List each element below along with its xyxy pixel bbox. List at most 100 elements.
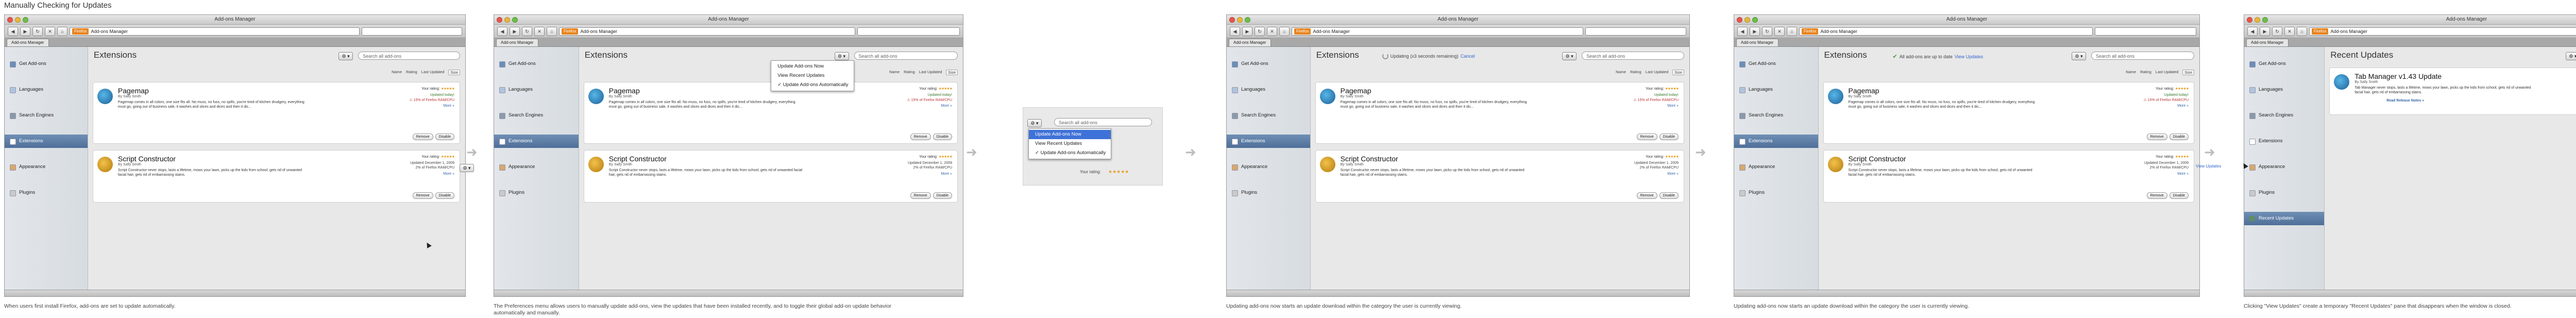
forward-button[interactable]: ▶ <box>510 26 520 36</box>
remove-button[interactable]: Remove <box>412 133 433 140</box>
sidebar-item-extensions[interactable]: Extensions <box>2244 135 2324 148</box>
sidebar-item-extensions[interactable]: Extensions <box>5 135 88 148</box>
cancel-update-link[interactable]: Cancel <box>1461 54 1475 59</box>
rating-stars[interactable]: ★★★★★ <box>939 155 953 159</box>
minimize-window-button[interactable] <box>504 17 510 23</box>
minimize-window-button[interactable] <box>1744 17 1750 23</box>
sort-rating[interactable]: Rating <box>1630 70 1641 75</box>
web-search-input[interactable] <box>1585 27 1686 36</box>
preferences-gear-button[interactable]: ⚙ ▾ <box>2565 52 2576 60</box>
sort-rating[interactable]: Rating <box>406 70 417 75</box>
forward-button[interactable]: ▶ <box>2260 26 2270 36</box>
identity-badge[interactable]: Firefox <box>562 28 579 35</box>
script-addon-card[interactable]: Script Constructor By Sally Smith Script C… <box>1315 150 1684 203</box>
preferences-gear-button[interactable]: ⚙ ▾ <box>338 52 353 60</box>
more-link[interactable]: More » <box>941 172 952 176</box>
sidebar-item-appearance[interactable]: Appearance <box>2244 160 2324 174</box>
web-search-input[interactable] <box>857 27 960 36</box>
sidebar-item-appearance[interactable]: Appearance <box>5 160 88 174</box>
disable-button[interactable]: Disable <box>933 133 952 140</box>
sidebar-item-search-engines[interactable]: Search Engines <box>2244 109 2324 122</box>
sort-last-updated[interactable]: Last Updated <box>919 70 942 75</box>
addon-author[interactable]: By Sally Smith <box>1341 163 1364 166</box>
sidebar-item-languages[interactable]: Languages <box>494 83 579 96</box>
addon-author[interactable]: By Sally Smith <box>118 163 141 166</box>
pagemap-addon-card[interactable]: Pagemap By Sally Smith Pagemap comes in al… <box>1823 82 2194 144</box>
more-link[interactable]: More » <box>443 104 454 108</box>
reload-button[interactable]: ↻ <box>522 26 532 36</box>
identity-badge[interactable]: Firefox <box>1294 28 1311 35</box>
sort-last-updated[interactable]: Last Updated <box>1646 70 1669 75</box>
sidebar-item-extensions[interactable]: Extensions <box>1227 135 1310 148</box>
url-bar[interactable]: Firefox Add-ons Manager <box>559 27 856 36</box>
more-link[interactable]: More » <box>1667 172 1679 176</box>
rating[interactable]: Your rating: ★★★★★ <box>919 87 953 91</box>
disable-button[interactable]: Disable <box>1659 133 1679 140</box>
tab-addons-manager[interactable]: Add-ons Manager <box>1736 39 1778 46</box>
home-button[interactable]: ⌂ <box>1279 26 1290 36</box>
remove-button[interactable]: Remove <box>910 133 931 140</box>
url-bar[interactable]: Firefox Add-ons Manager <box>1799 27 2093 36</box>
pagemap-addon-card[interactable]: Pagemap By Sally Smith Pagemap comes in al… <box>1315 82 1684 144</box>
back-button[interactable]: ◀ <box>1737 26 1748 36</box>
disable-button[interactable]: Disable <box>2169 133 2189 140</box>
rating-stars[interactable]: ★★★★★ <box>441 87 455 91</box>
addon-author[interactable]: By Sally Smith <box>118 95 141 98</box>
addon-author[interactable]: By Sally Smith <box>2354 80 2378 84</box>
more-link[interactable]: More » <box>1667 104 1679 108</box>
zoom-window-button[interactable] <box>512 17 518 23</box>
search-input[interactable]: Search all add-ons <box>1582 52 1684 60</box>
sort-size[interactable]: Size <box>1672 70 1684 75</box>
sidebar-item-languages[interactable]: Languages <box>1227 83 1310 96</box>
sort-rating[interactable]: Rating <box>904 70 915 75</box>
sidebar-item-extensions[interactable]: Extensions <box>1734 135 1818 148</box>
rating-stars[interactable]: ★★★★★ <box>939 87 953 91</box>
menu-view-recent[interactable]: View Recent Updates <box>771 71 853 80</box>
script-addon-card[interactable]: Script Constructor By Sally Smith Script C… <box>583 150 958 203</box>
forward-button[interactable]: ▶ <box>1750 26 1760 36</box>
stop-button[interactable]: ✕ <box>1774 26 1785 36</box>
addon-author[interactable]: By Sally Smith <box>609 95 632 98</box>
sort-size[interactable]: Size <box>448 70 460 75</box>
url-bar[interactable]: Firefox Add-ons Manager <box>1292 27 1583 36</box>
sidebar-item-get-add-ons[interactable]: Get Add-ons <box>5 57 88 71</box>
reload-button[interactable]: ↻ <box>1255 26 1265 36</box>
disable-button[interactable]: Disable <box>933 192 952 199</box>
web-search-input[interactable] <box>361 27 462 36</box>
preferences-gear-button[interactable]: ⚙ ▾ <box>2072 52 2087 60</box>
home-button[interactable]: ⌂ <box>2297 26 2307 36</box>
sort-name[interactable]: Name <box>889 70 900 75</box>
more-link[interactable]: More » <box>2177 104 2189 108</box>
zoom-window-button[interactable] <box>23 17 28 23</box>
sidebar-item-languages[interactable]: Languages <box>2244 83 2324 96</box>
sort-last-updated[interactable]: Last Updated <box>2156 70 2179 75</box>
stop-button[interactable]: ✕ <box>534 26 545 36</box>
home-button[interactable]: ⌂ <box>547 26 557 36</box>
remove-button[interactable]: Remove <box>1636 192 1657 199</box>
sidebar-item-languages[interactable]: Languages <box>5 83 88 96</box>
reload-button[interactable]: ↻ <box>2272 26 2282 36</box>
tab-addons-manager[interactable]: Add-ons Manager <box>496 39 538 46</box>
minimize-window-button[interactable] <box>1237 17 1243 23</box>
disable-button[interactable]: Disable <box>1659 192 1679 199</box>
search-input[interactable]: Search all add-ons <box>854 52 958 60</box>
rating-stars[interactable]: ★★★★★ <box>1665 87 1679 91</box>
close-window-button[interactable] <box>1229 17 1235 23</box>
sidebar-item-get-add-ons[interactable]: Get Add-ons <box>2244 57 2324 71</box>
sidebar-item-appearance[interactable]: Appearance <box>1227 160 1310 174</box>
more-link[interactable]: More » <box>443 172 454 176</box>
tab-addons-manager[interactable]: Add-ons Manager <box>1229 39 1271 46</box>
search-input[interactable]: Search all add-ons <box>1054 118 1152 126</box>
preferences-gear-button[interactable]: ⚙ ▾ <box>834 52 849 60</box>
menu-auto-update[interactable]: ✓ Update Add-ons Automatically <box>1029 148 1111 158</box>
rating[interactable]: Your rating: ★★★★★ <box>919 155 953 159</box>
reload-button[interactable]: ↻ <box>1762 26 1772 36</box>
disable-button[interactable]: Disable <box>2169 192 2189 199</box>
back-button[interactable]: ◀ <box>2247 26 2258 36</box>
remove-button[interactable]: Remove <box>2146 192 2167 199</box>
zoom-window-button[interactable] <box>2262 17 2268 23</box>
search-input[interactable]: Search all add-ons <box>2091 52 2194 60</box>
tab-addons-manager[interactable]: Add-ons Manager <box>7 39 49 46</box>
sidebar-item-plugins[interactable]: Plugins <box>1227 186 1310 199</box>
sidebar-item-get-add-ons[interactable]: Get Add-ons <box>1227 57 1310 71</box>
